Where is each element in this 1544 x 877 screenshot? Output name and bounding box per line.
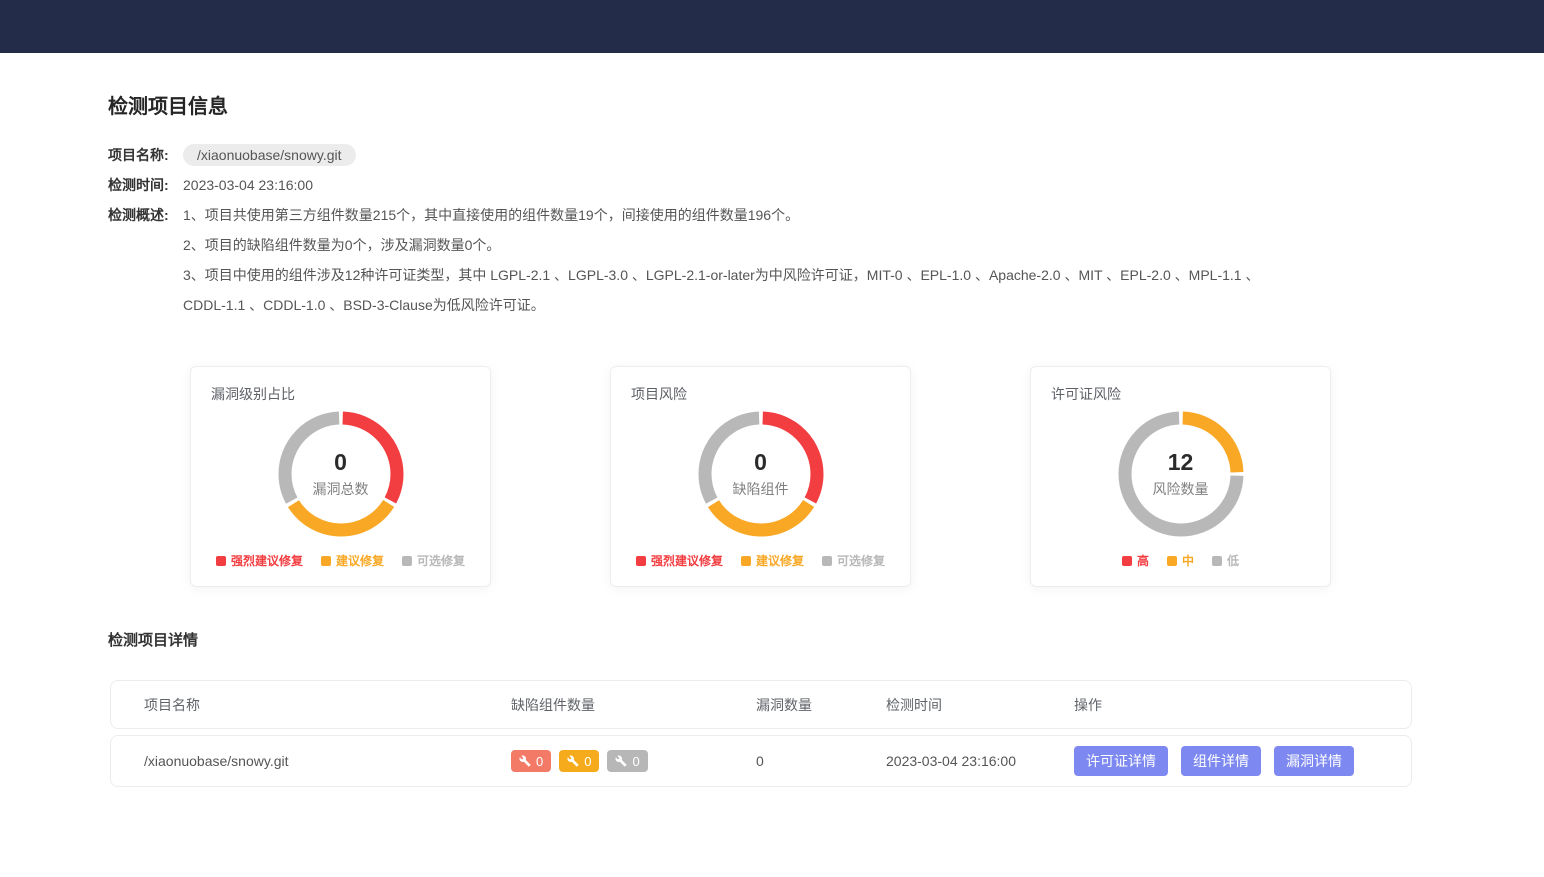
table-row: /xiaonuobase/snowy.git 0 0 0 0 2023-03-04 23:… bbox=[110, 735, 1412, 787]
legend-label: 建议修复 bbox=[755, 554, 804, 568]
summary-line: 2、项目的缺陷组件数量为0个，涉及漏洞数量0个。 bbox=[183, 237, 501, 253]
main-content: 检测项目信息 项目名称: /xiaonuobase/snowy.git 检测时间… bbox=[0, 53, 1544, 877]
defect-badge-low: 0 bbox=[607, 750, 648, 772]
legend-label: 低 bbox=[1227, 554, 1240, 568]
legend-label: 可选修复 bbox=[837, 554, 886, 568]
summary-text: 1、项目共使用第三方组件数量215个，其中直接使用的组件数量19个，间接使用的组… bbox=[183, 200, 1504, 320]
legend-label: 高 bbox=[1136, 554, 1149, 568]
wrench-icon bbox=[615, 755, 627, 767]
chart-legend: 强烈建议修复 建议修复 可选修复 bbox=[631, 552, 890, 569]
chart-title: 许可证风险 bbox=[1051, 386, 1121, 402]
project-name-label: 项目名称: bbox=[108, 147, 169, 163]
row-project-name: /xiaonuobase/snowy.git bbox=[144, 753, 289, 769]
legend-swatch-icon bbox=[1212, 555, 1222, 566]
legend-swatch-icon bbox=[1166, 555, 1177, 566]
legend-swatch-icon bbox=[215, 555, 226, 566]
license-risk-donut-svg bbox=[1118, 411, 1243, 537]
license-detail-button[interactable]: 许可证详情 bbox=[1074, 746, 1168, 776]
defect-badge-high: 0 bbox=[511, 750, 552, 772]
defect-badges: 0 0 0 bbox=[511, 750, 756, 772]
column-header-0: 项目名称 bbox=[144, 696, 200, 713]
legend-swatch-icon bbox=[1121, 555, 1132, 566]
legend-item-可选修复[interactable]: 可选修复 bbox=[822, 552, 885, 569]
legend-item-建议修复[interactable]: 建议修复 bbox=[740, 552, 804, 569]
legend-item-可选修复[interactable]: 可选修复 bbox=[402, 552, 465, 569]
legend-swatch-icon bbox=[320, 555, 331, 566]
legend-label: 中 bbox=[1181, 554, 1194, 568]
legend-label: 建议修复 bbox=[335, 554, 384, 568]
summary-row: 检测概述: 1、项目共使用第三方组件数量215个，其中直接使用的组件数量19个，… bbox=[108, 200, 1504, 320]
detect-time-row: 检测时间: 2023-03-04 23:16:00 bbox=[108, 170, 1504, 200]
charts-row: 漏洞级别占比 0 漏洞总数强烈建议修复 建议修复 可选修复 项目风险 0 缺陷组件强烈建议修复… bbox=[190, 366, 1504, 587]
detect-time-value: 2023-03-04 23:16:00 bbox=[183, 177, 313, 193]
legend-item-低[interactable]: 低 bbox=[1212, 552, 1239, 569]
summary-label: 检测概述: bbox=[108, 207, 169, 223]
summary-line: 3、项目中使用的组件涉及12种许可证类型，其中 LGPL-2.1 、LGPL-3… bbox=[183, 267, 1260, 283]
page-title: 检测项目信息 bbox=[108, 96, 228, 118]
legend-swatch-icon bbox=[822, 555, 832, 566]
legend-item-强烈建议修复[interactable]: 强烈建议修复 bbox=[215, 552, 303, 569]
chart-card-vuln-level: 漏洞级别占比 0 漏洞总数强烈建议修复 建议修复 可选修复 bbox=[190, 366, 491, 587]
project-name-pill: /xiaonuobase/snowy.git bbox=[183, 144, 356, 166]
chart-title: 漏洞级别占比 bbox=[211, 386, 295, 402]
top-navigation-bar bbox=[0, 0, 1544, 53]
legend-item-强烈建议修复[interactable]: 强烈建议修复 bbox=[635, 552, 723, 569]
details-section-title: 检测项目详情 bbox=[108, 632, 199, 649]
license-risk-donut-chart: 12 风险数量 bbox=[1116, 409, 1246, 539]
vuln-level-donut-svg bbox=[278, 411, 403, 537]
project-risk-donut-svg bbox=[698, 411, 823, 537]
wrench-icon bbox=[519, 755, 531, 767]
legend-label: 强烈建议修复 bbox=[230, 554, 303, 568]
defect-badge-count: 0 bbox=[536, 753, 544, 769]
legend-label: 强烈建议修复 bbox=[650, 554, 723, 568]
column-header-3: 检测时间 bbox=[886, 696, 942, 713]
component-detail-button[interactable]: 组件详情 bbox=[1181, 746, 1261, 776]
chart-card-project-risk: 项目风险 0 缺陷组件强烈建议修复 建议修复 可选修复 bbox=[610, 366, 911, 587]
defect-badge-count: 0 bbox=[632, 753, 640, 769]
project-name-row: 项目名称: /xiaonuobase/snowy.git bbox=[108, 140, 1504, 170]
vuln-detail-button[interactable]: 漏洞详情 bbox=[1274, 746, 1354, 776]
legend-swatch-icon bbox=[635, 555, 646, 566]
chart-card-license-risk: 许可证风险 12 风险数量高 中 低 bbox=[1030, 366, 1331, 587]
legend-item-中[interactable]: 中 bbox=[1166, 552, 1194, 569]
summary-line: CDDL-1.1 、CDDL-1.0 、BSD-3-Clause为低风险许可证。 bbox=[183, 297, 545, 313]
legend-item-建议修复[interactable]: 建议修复 bbox=[320, 552, 384, 569]
chart-legend: 强烈建议修复 建议修复 可选修复 bbox=[211, 552, 470, 569]
summary-line: 1、项目共使用第三方组件数量215个，其中直接使用的组件数量19个，间接使用的组… bbox=[183, 207, 800, 223]
column-header-4: 操作 bbox=[1074, 696, 1102, 713]
row-detect-time: 2023-03-04 23:16:00 bbox=[886, 753, 1016, 769]
detect-time-label: 检测时间: bbox=[108, 177, 169, 193]
vuln-level-donut-chart: 0 漏洞总数 bbox=[276, 409, 406, 539]
project-risk-donut-chart: 0 缺陷组件 bbox=[696, 409, 826, 539]
defect-badge-medium: 0 bbox=[559, 750, 600, 772]
row-vuln-count: 0 bbox=[756, 753, 764, 769]
defect-badge-count: 0 bbox=[584, 753, 592, 769]
legend-swatch-icon bbox=[402, 555, 412, 566]
row-actions: 许可证详情 组件详情 漏洞详情 bbox=[1074, 746, 1411, 776]
chart-title: 项目风险 bbox=[631, 386, 687, 402]
column-header-2: 漏洞数量 bbox=[756, 696, 812, 713]
chart-legend: 高中低 bbox=[1051, 552, 1310, 569]
legend-label: 可选修复 bbox=[417, 554, 466, 568]
column-header-1: 缺陷组件数量 bbox=[511, 696, 595, 713]
table-header-row: 项目名称 缺陷组件数量 漏洞数量 检测时间 操作 bbox=[110, 680, 1412, 729]
legend-item-高[interactable]: 高 bbox=[1121, 552, 1149, 569]
wrench-icon bbox=[567, 755, 579, 767]
legend-swatch-icon bbox=[740, 555, 751, 566]
